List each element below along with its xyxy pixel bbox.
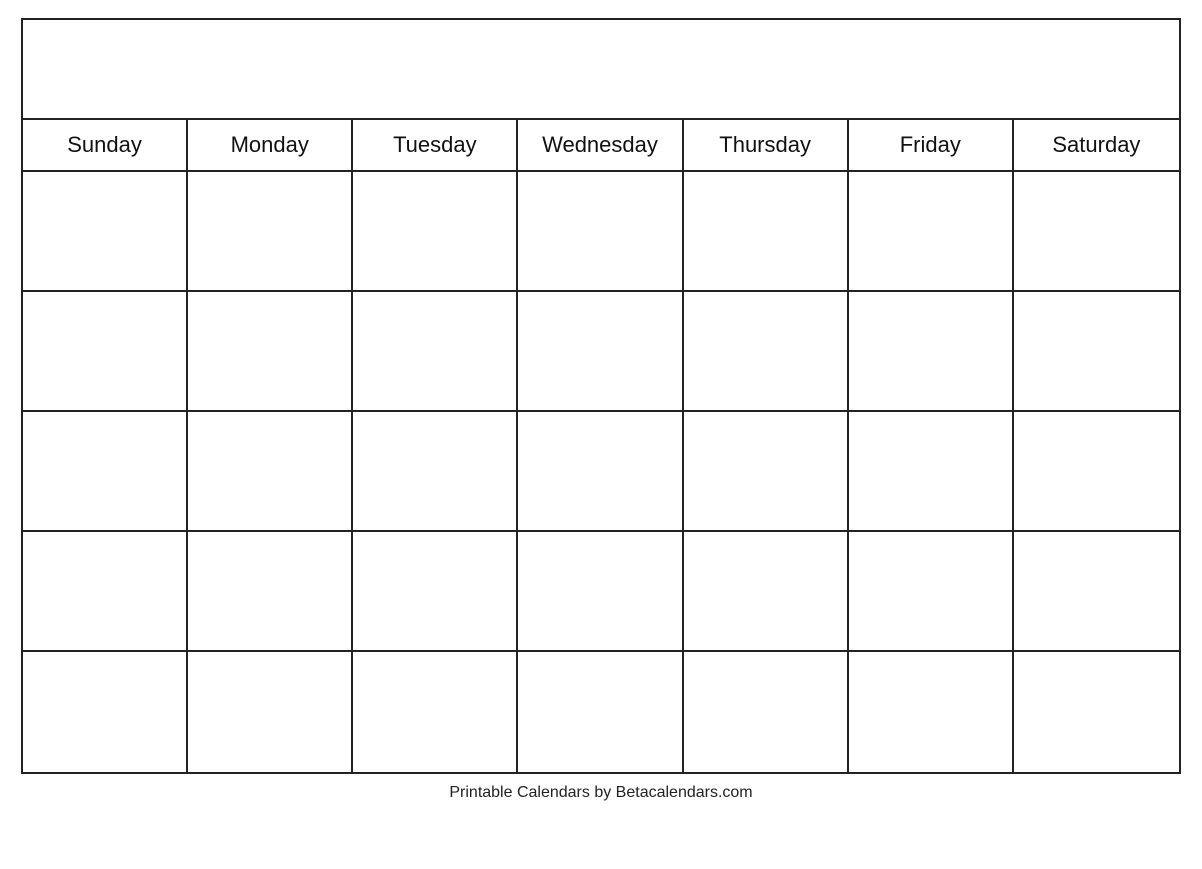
- footer-label: Printable Calendars by Betacalendars.com: [449, 784, 752, 802]
- calendar-cell-r4c7: [1014, 532, 1179, 652]
- calendar-cell-r2c5: [684, 292, 849, 412]
- day-monday: Monday: [188, 120, 353, 170]
- calendar-cell-r5c6: [849, 652, 1014, 772]
- calendar-cell-r2c2: [188, 292, 353, 412]
- calendar-cell-r5c2: [188, 652, 353, 772]
- calendar-cell-r1c1: [23, 172, 188, 292]
- calendar-cell-r3c1: [23, 412, 188, 532]
- day-sunday: Sunday: [23, 120, 188, 170]
- calendar-cell-r4c6: [849, 532, 1014, 652]
- calendar-cell-r1c7: [1014, 172, 1179, 292]
- calendar-cell-r3c5: [684, 412, 849, 532]
- calendar-cell-r2c4: [518, 292, 683, 412]
- calendar-cell-r3c3: [353, 412, 518, 532]
- calendar-cell-r1c2: [188, 172, 353, 292]
- day-wednesday: Wednesday: [518, 120, 683, 170]
- calendar-cell-r4c4: [518, 532, 683, 652]
- calendar: Sunday Monday Tuesday Wednesday Thursday…: [21, 18, 1181, 774]
- day-saturday: Saturday: [1014, 120, 1179, 170]
- calendar-cell-r1c4: [518, 172, 683, 292]
- calendar-cell-r5c5: [684, 652, 849, 772]
- day-tuesday: Tuesday: [353, 120, 518, 170]
- calendar-cell-r1c6: [849, 172, 1014, 292]
- calendar-cell-r2c1: [23, 292, 188, 412]
- day-friday: Friday: [849, 120, 1014, 170]
- calendar-header: Sunday Monday Tuesday Wednesday Thursday…: [23, 120, 1179, 172]
- calendar-cell-r4c2: [188, 532, 353, 652]
- calendar-cell-r1c5: [684, 172, 849, 292]
- calendar-cell-r5c4: [518, 652, 683, 772]
- calendar-cell-r5c3: [353, 652, 518, 772]
- calendar-cell-r4c3: [353, 532, 518, 652]
- calendar-cell-r4c1: [23, 532, 188, 652]
- day-thursday: Thursday: [684, 120, 849, 170]
- calendar-cell-r3c2: [188, 412, 353, 532]
- calendar-cell-r3c6: [849, 412, 1014, 532]
- calendar-cell-r3c7: [1014, 412, 1179, 532]
- calendar-cell-r3c4: [518, 412, 683, 532]
- calendar-cell-r5c7: [1014, 652, 1179, 772]
- calendar-cell-r2c7: [1014, 292, 1179, 412]
- calendar-cell-r2c3: [353, 292, 518, 412]
- calendar-cell-r5c1: [23, 652, 188, 772]
- calendar-cell-r1c3: [353, 172, 518, 292]
- calendar-cell-r4c5: [684, 532, 849, 652]
- calendar-title-area: [23, 20, 1179, 120]
- calendar-body: [23, 172, 1179, 772]
- calendar-cell-r2c6: [849, 292, 1014, 412]
